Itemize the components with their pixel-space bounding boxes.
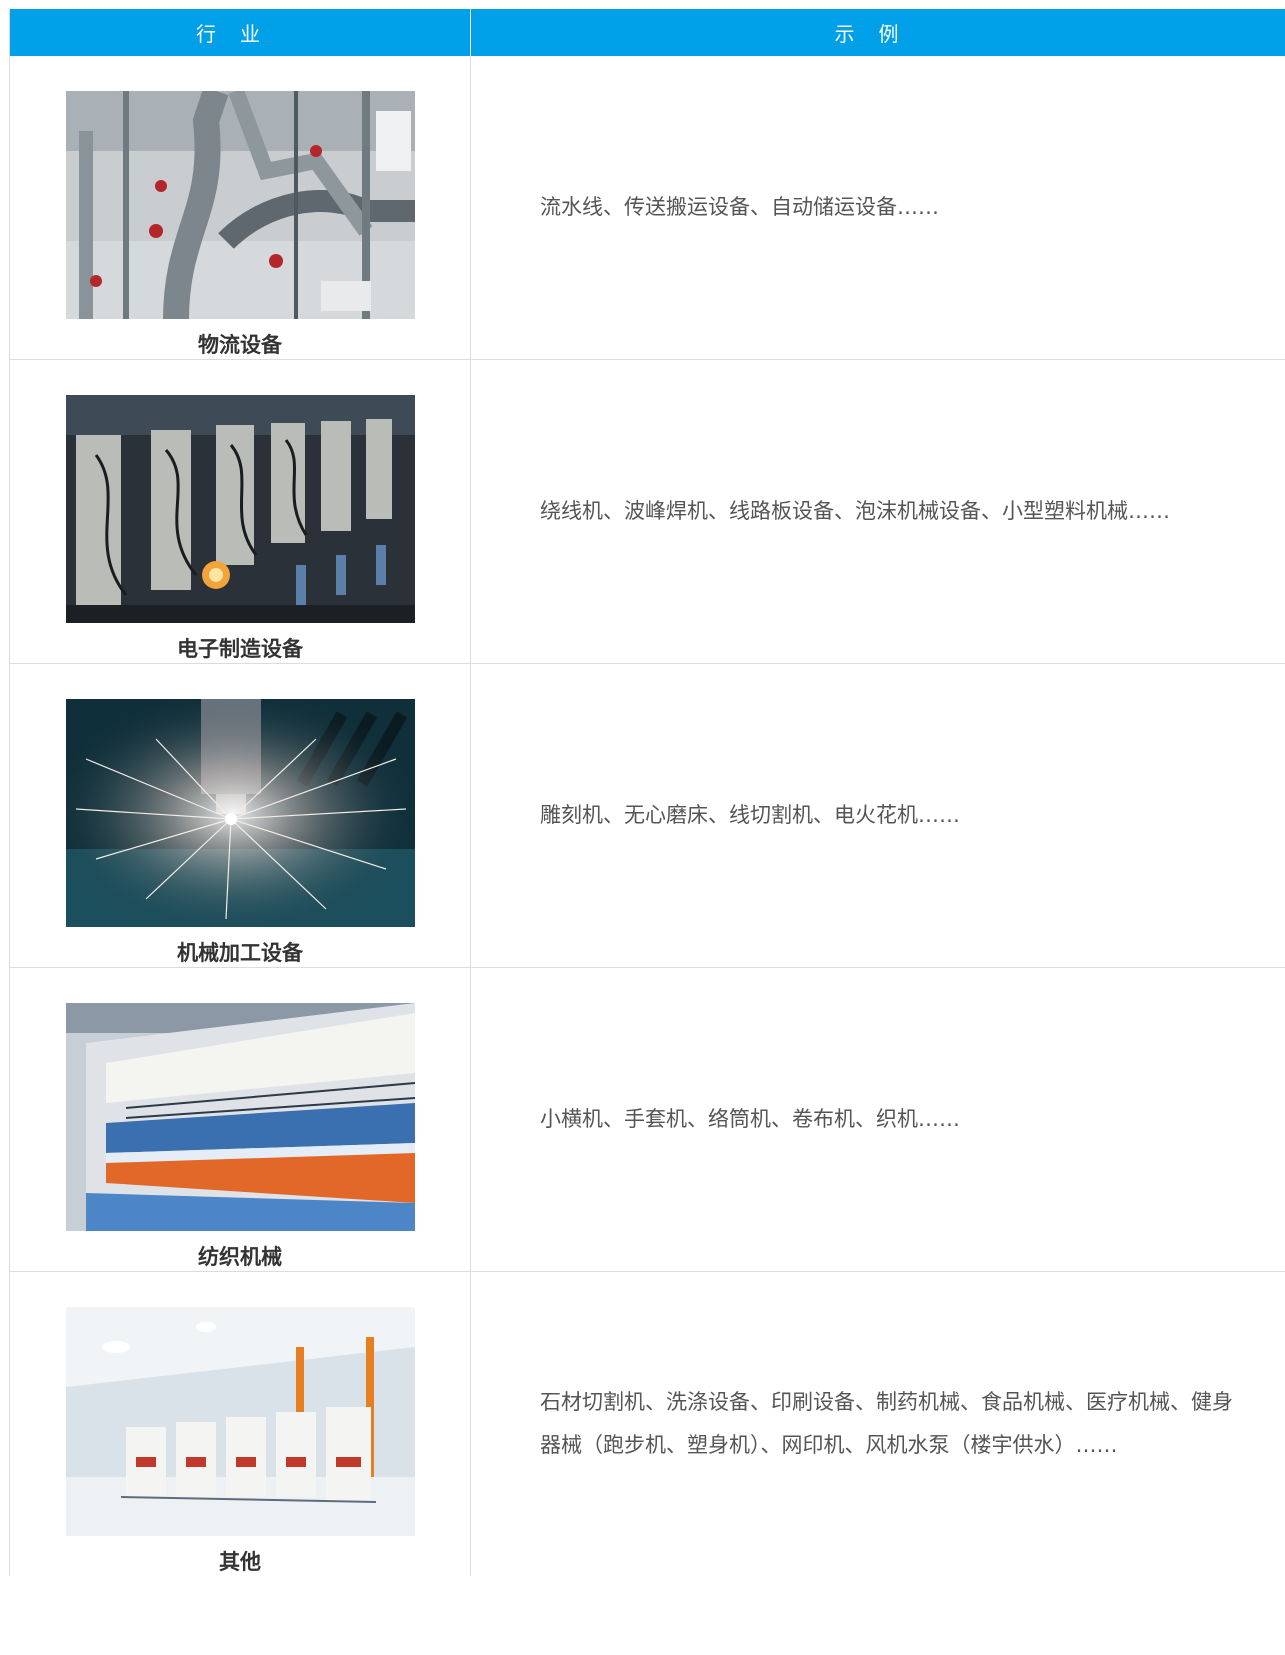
winding-machines-photo (65, 395, 415, 623)
table-row: 物流设备 流水线、传送搬运设备、自动储运设备…… (10, 56, 1285, 360)
example-cell: 雕刻机、无心磨床、线切割机、电火花机…… (540, 803, 960, 827)
industry-label: 纺织机械 (198, 1245, 282, 1269)
laser-cutting-sparks-photo (65, 699, 415, 927)
industry-cell: 其他 (10, 1272, 471, 1576)
table-row: 机械加工设备 雕刻机、无心磨床、线切割机、电火花机…… (10, 664, 1285, 968)
spinning-frame-photo (65, 1003, 415, 1231)
industry-label: 物流设备 (198, 333, 282, 357)
industry-cell: 物流设备 (10, 56, 471, 359)
industry-label: 电子制造设备 (177, 637, 303, 661)
industry-cell: 机械加工设备 (10, 664, 471, 967)
example-cell: 流水线、传送搬运设备、自动储运设备…… (540, 195, 939, 219)
header-example: 示例 (834, 22, 923, 46)
example-cell: 石材切割机、洗涤设备、印刷设备、制药机械、食品机械、医疗机械、健身器械（跑步机、… (540, 1390, 1233, 1457)
industry-label: 其他 (219, 1550, 261, 1574)
example-cell: 绕线机、波峰焊机、线路板设备、泡沫机械设备、小型塑料机械…… (540, 499, 1170, 523)
industry-cell: 纺织机械 (10, 968, 471, 1271)
table-row: 其他 石材切割机、洗涤设备、印刷设备、制药机械、食品机械、医疗机械、健身器械（跑… (10, 1272, 1285, 1576)
table-header: 行业 示例 (10, 9, 1285, 56)
printing-press-photo (65, 1307, 415, 1536)
example-cell: 小横机、手套机、络筒机、卷布机、织机…… (540, 1107, 960, 1131)
conveyor-line-photo (65, 91, 415, 319)
industry-table: 行业 示例 物流设备 流水线、传送搬运设备、自动储运设备…… 电子制造设备 绕线… (9, 9, 1285, 1576)
header-industry: 行业 (10, 9, 471, 56)
table-row: 纺织机械 小横机、手套机、络筒机、卷布机、织机…… (10, 968, 1285, 1272)
table-row: 电子制造设备 绕线机、波峰焊机、线路板设备、泡沫机械设备、小型塑料机械…… (10, 360, 1285, 664)
industry-label: 机械加工设备 (177, 941, 303, 965)
industry-cell: 电子制造设备 (10, 360, 471, 663)
